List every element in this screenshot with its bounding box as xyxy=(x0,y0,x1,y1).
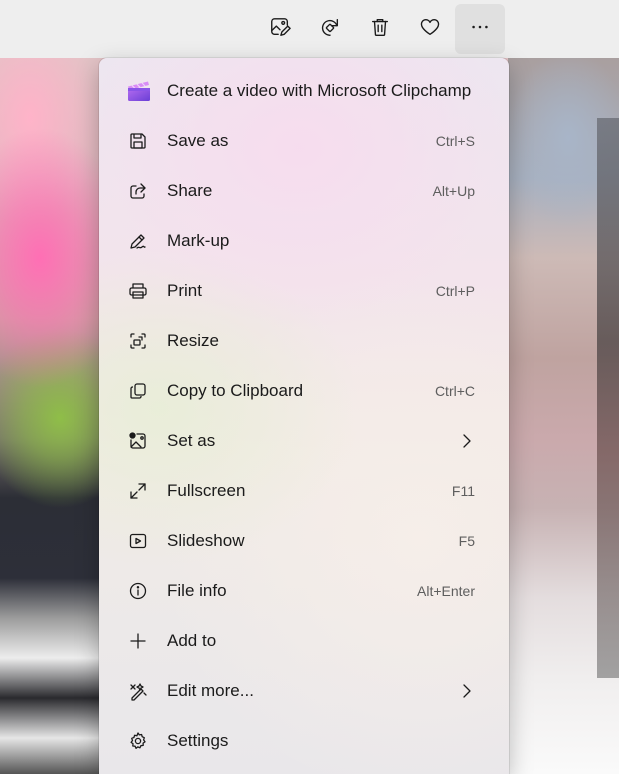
menu-item-file-info[interactable]: File info Alt+Enter xyxy=(99,566,509,616)
more-options-icon xyxy=(469,16,491,43)
photos-viewer: Create a video with Microsoft Clipchamp … xyxy=(0,0,619,774)
menu-item-copy-to-clipboard[interactable]: Copy to Clipboard Ctrl+C xyxy=(99,366,509,416)
edit-more-icon xyxy=(128,681,148,701)
fullscreen-icon xyxy=(128,481,148,501)
slideshow-icon xyxy=(128,531,148,551)
menu-item-label: Slideshow xyxy=(167,531,245,550)
menu-item-label: Mark-up xyxy=(167,231,230,250)
edit-image-icon xyxy=(269,16,291,43)
menu-item-print[interactable]: Print Ctrl+P xyxy=(99,266,509,316)
pen-icon xyxy=(128,231,148,251)
menu-item-label: Fullscreen xyxy=(167,481,246,500)
menu-item-shortcut: F11 xyxy=(451,483,475,499)
edit-image-button[interactable] xyxy=(255,4,305,54)
gear-icon xyxy=(128,731,148,751)
more-options-button[interactable] xyxy=(455,4,505,54)
chevron-right-icon xyxy=(459,432,475,450)
menu-item-label: Resize xyxy=(167,331,219,350)
clipchamp-icon xyxy=(127,80,151,102)
copy-icon xyxy=(128,381,148,401)
menu-item-edit-more[interactable]: Edit more... xyxy=(99,666,509,716)
menu-item-share[interactable]: Share Alt+Up xyxy=(99,166,509,216)
rotate-button[interactable] xyxy=(305,4,355,54)
menu-item-save-as[interactable]: Save as Ctrl+S xyxy=(99,116,509,166)
rotate-icon xyxy=(319,16,341,43)
menu-item-shortcut: Ctrl+C xyxy=(434,383,475,399)
menu-item-shortcut: Alt+Up xyxy=(432,183,475,199)
menu-item-label: Share xyxy=(167,181,213,200)
menu-item-label: Create a video with Microsoft Clipchamp xyxy=(167,81,472,100)
info-icon xyxy=(128,581,148,601)
menu-item-label: Copy to Clipboard xyxy=(167,381,304,400)
menu-item-label: Edit more... xyxy=(167,681,254,700)
menu-item-add-to[interactable]: Add to xyxy=(99,616,509,666)
menu-item-label: Add to xyxy=(167,631,217,650)
menu-item-resize[interactable]: Resize xyxy=(99,316,509,366)
photo-background-right xyxy=(508,58,619,774)
more-options-menu: Create a video with Microsoft Clipchamp … xyxy=(99,58,509,774)
top-toolbar xyxy=(0,0,619,58)
chevron-right-icon xyxy=(459,682,475,700)
save-icon xyxy=(128,131,148,151)
menu-item-shortcut: Alt+Enter xyxy=(417,583,475,599)
menu-item-label: Set as xyxy=(167,431,216,450)
delete-button[interactable] xyxy=(355,4,405,54)
menu-item-set-as[interactable]: Set as xyxy=(99,416,509,466)
menu-item-settings[interactable]: Settings xyxy=(99,716,509,766)
set-as-image-icon xyxy=(128,431,148,451)
menu-item-create-video[interactable]: Create a video with Microsoft Clipchamp xyxy=(99,66,509,116)
menu-item-shortcut: F5 xyxy=(458,533,475,549)
delete-icon xyxy=(369,16,391,43)
resize-icon xyxy=(128,331,148,351)
menu-item-slideshow[interactable]: Slideshow F5 xyxy=(99,516,509,566)
menu-item-label: Print xyxy=(167,281,202,300)
menu-item-label: File info xyxy=(167,581,227,600)
printer-icon xyxy=(128,281,148,301)
menu-item-shortcut: Ctrl+P xyxy=(435,283,475,299)
plus-icon xyxy=(128,631,148,651)
favorite-button[interactable] xyxy=(405,4,455,54)
menu-item-label: Settings xyxy=(167,731,229,750)
favorite-heart-icon xyxy=(419,16,441,43)
menu-item-fullscreen[interactable]: Fullscreen F11 xyxy=(99,466,509,516)
share-icon xyxy=(128,181,148,201)
menu-item-shortcut: Ctrl+S xyxy=(435,133,475,149)
menu-item-mark-up[interactable]: Mark-up xyxy=(99,216,509,266)
menu-item-label: Save as xyxy=(167,131,229,150)
